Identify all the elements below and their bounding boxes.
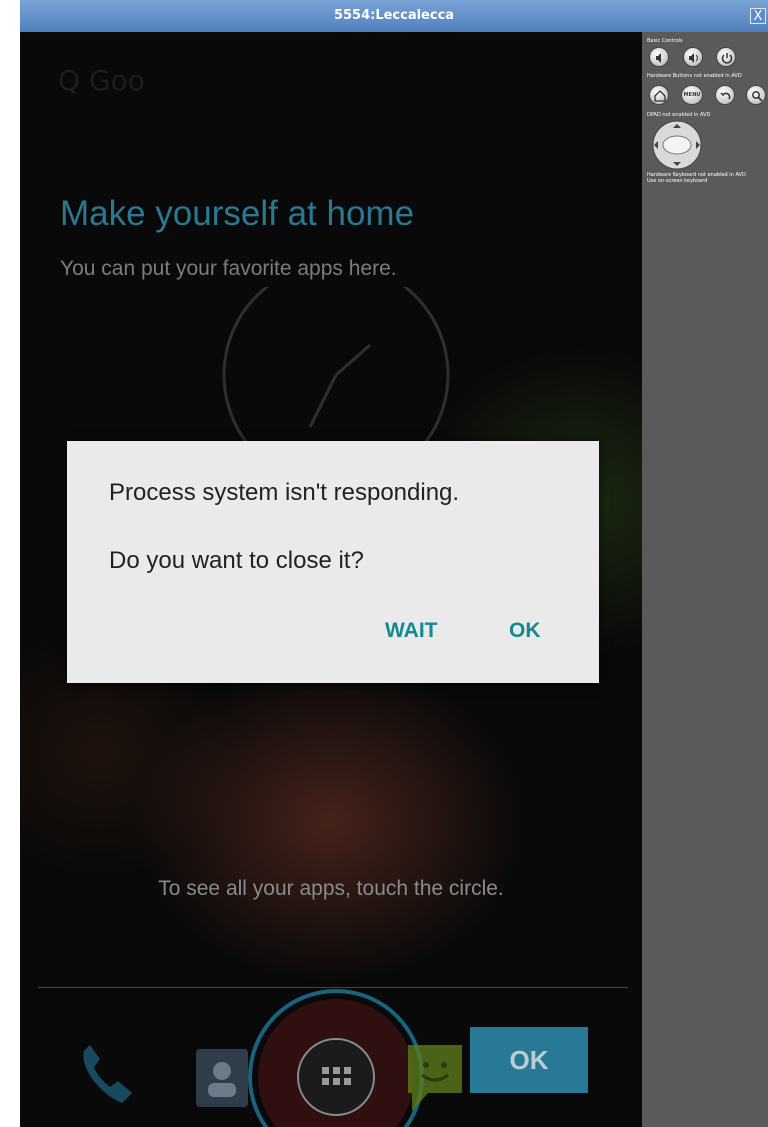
home-icon [654,90,666,102]
device-screen[interactable]: Q Goo Make yourself at home You can put … [20,32,642,1127]
search-icon [752,91,763,102]
volume-up-icon [689,53,698,63]
back-icon [720,92,731,100]
hardware-buttons-label: Hardware Buttons not enabled in AVD [647,73,742,79]
window-title: 5554:Leccalecca [333,8,455,23]
window-title-bar[interactable]: 5554:Leccalecca X [20,0,768,33]
back-button[interactable] [715,85,735,105]
ok-button[interactable]: OK [501,609,549,653]
window-close-button[interactable]: X [750,8,766,24]
volume-down-button[interactable] [649,47,669,67]
menu-button[interactable]: MENU [681,85,703,105]
power-button[interactable] [716,47,736,67]
dialog-question: Do you want to close it? [109,547,364,574]
dpad[interactable] [647,120,707,170]
anr-dialog: Process system isn't responding. Do you … [67,441,599,683]
home-button[interactable] [649,85,669,105]
search-button[interactable] [746,85,766,105]
power-icon [721,53,733,64]
emulator-control-panel: Basic Controls Hardware Buttons not enab… [642,32,768,1127]
window-left-border [0,0,20,1127]
volume-up-button[interactable] [683,47,703,67]
dialog-message: Process system isn't responding. [109,479,460,506]
dpad-label: DPAD not enabled in AVD [647,112,711,118]
wait-button[interactable]: WAIT [377,609,446,653]
keyboard-hint-label: Use on-screen keyboard [647,178,708,184]
volume-down-icon [656,53,661,63]
basic-controls-label: Basic Controls [647,38,683,44]
